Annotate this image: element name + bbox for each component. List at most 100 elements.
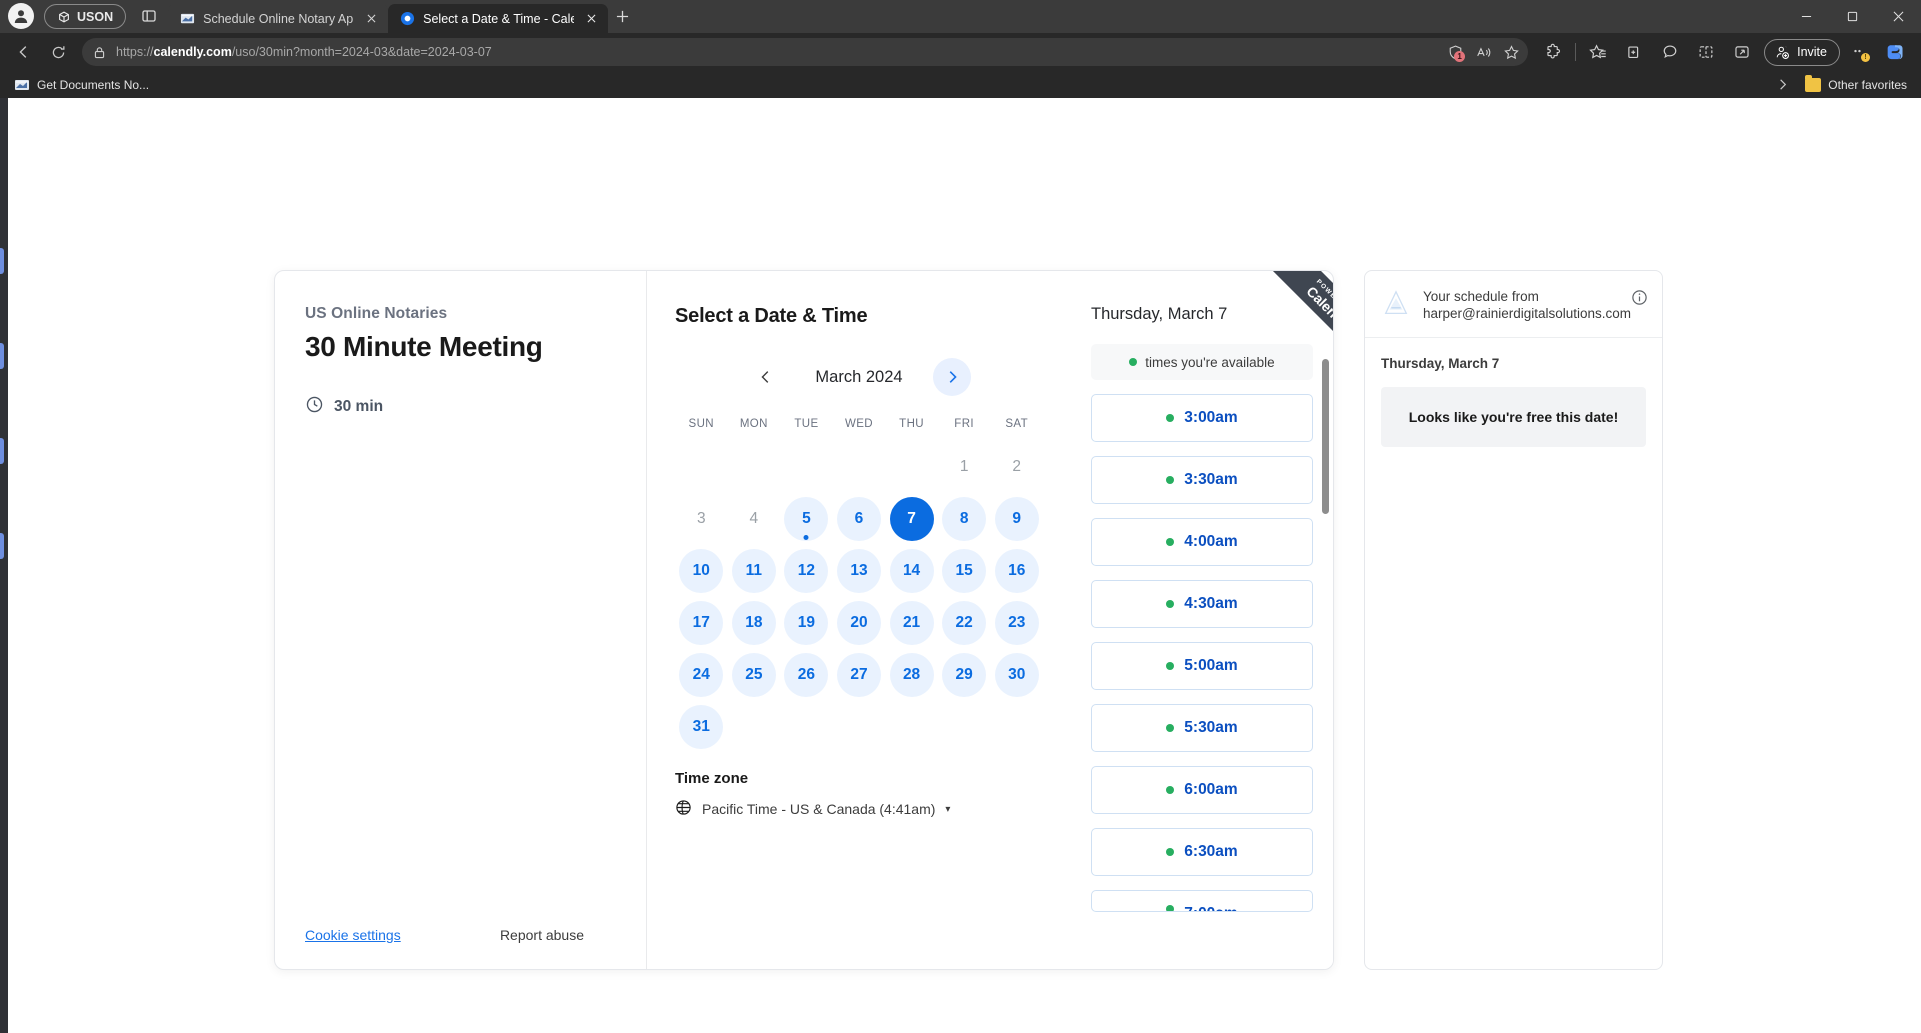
read-aloud-icon[interactable] (1470, 40, 1496, 64)
available-dot-icon (1166, 662, 1174, 670)
calendar-day-19[interactable]: 19 (784, 601, 828, 645)
calendar-day-16[interactable]: 16 (995, 549, 1039, 593)
time-slot-list[interactable]: 3:00am 3:30am 4:00am 4:30am 5:00am 5:30am 6:00… (1091, 394, 1313, 954)
info-icon[interactable] (1631, 289, 1648, 311)
calendar-day-22[interactable]: 22 (942, 601, 986, 645)
address-bar[interactable]: https://calendly.com/uso/30min?month=202… (82, 38, 1528, 66)
close-window-icon[interactable] (1875, 0, 1921, 33)
select-date-heading: Select a Date & Time (675, 305, 1043, 328)
calendar-day-21[interactable]: 21 (890, 601, 934, 645)
time-slot-700am[interactable]: 7:00am (1091, 890, 1313, 912)
profile-icon[interactable] (8, 3, 34, 29)
cookie-settings-link[interactable]: Cookie settings (305, 927, 401, 943)
timezone-heading: Time zone (675, 770, 1043, 787)
url-text: https://calendly.com/uso/30min?month=202… (116, 45, 492, 59)
time-slots-scrollbar[interactable] (1322, 343, 1329, 943)
time-slot-530am[interactable]: 5:30am (1091, 704, 1313, 752)
calendar-day-14[interactable]: 14 (890, 549, 934, 593)
collections-icon[interactable] (1617, 36, 1651, 68)
calendar-cell-10: 10 (675, 546, 728, 596)
copilot-icon[interactable] (1877, 36, 1913, 68)
time-slot-500am[interactable]: 5:00am (1091, 642, 1313, 690)
previous-month-button[interactable] (747, 358, 785, 396)
toolbar-divider (1575, 43, 1576, 61)
close-icon[interactable] (582, 10, 600, 28)
calendar-cell-21: 21 (885, 598, 938, 648)
reload-button[interactable] (42, 36, 74, 68)
omnibox-actions: 1 (1442, 40, 1524, 64)
browser-essentials-icon[interactable] (1725, 36, 1759, 68)
calendar-day-1: 1 (942, 445, 986, 489)
bookmark-item[interactable]: Get Documents No... (8, 75, 155, 95)
back-button[interactable] (8, 36, 40, 68)
time-slot-430am[interactable]: 4:30am (1091, 580, 1313, 628)
tab-0[interactable]: Schedule Online Notary Appoint (168, 4, 388, 33)
calendar-empty-cell (780, 442, 833, 492)
calendar-day-20[interactable]: 20 (837, 601, 881, 645)
scrollbar-thumb[interactable] (1322, 359, 1329, 514)
duration-label: 30 min (334, 398, 383, 416)
calendar-day-25[interactable]: 25 (732, 653, 776, 697)
calendar-day-15[interactable]: 15 (942, 549, 986, 593)
new-tab-button[interactable] (608, 2, 636, 30)
list-fade-overlay (1067, 943, 1333, 969)
minimize-icon[interactable] (1783, 0, 1829, 33)
settings-and-more-icon[interactable]: ! (1845, 36, 1875, 68)
time-slot-300am[interactable]: 3:00am (1091, 394, 1313, 442)
calendar-day-30[interactable]: 30 (995, 653, 1039, 697)
event-details-panel: US Online Notaries 30 Minute Meeting 30 … (275, 271, 647, 969)
bookmarks-overflow-icon[interactable] (1776, 78, 1789, 91)
maximize-icon[interactable] (1829, 0, 1875, 33)
calendar-day-11[interactable]: 11 (732, 549, 776, 593)
calendar-day-7[interactable]: 7 (890, 497, 934, 541)
calendar-day-24[interactable]: 24 (679, 653, 723, 697)
calendar-day-10[interactable]: 10 (679, 549, 723, 593)
workspace-button[interactable]: USON (44, 4, 126, 29)
timezone-selector[interactable]: Pacific Time - US & Canada (4:41am) ▾ (675, 799, 1043, 819)
calendar-day-12[interactable]: 12 (784, 549, 828, 593)
workspace-label: USON (77, 10, 113, 24)
shield-tracking-icon[interactable]: 1 (1442, 40, 1468, 64)
calendar-day-27[interactable]: 27 (837, 653, 881, 697)
calendar-day-8[interactable]: 8 (942, 497, 986, 541)
time-slot-400am[interactable]: 4:00am (1091, 518, 1313, 566)
invite-icon (1774, 44, 1791, 61)
report-abuse-link[interactable]: Report abuse (500, 927, 584, 943)
calendar-day-18[interactable]: 18 (732, 601, 776, 645)
calendar-empty-cell (728, 442, 781, 492)
calendar-day-26[interactable]: 26 (784, 653, 828, 697)
close-icon[interactable] (362, 10, 380, 28)
time-slot-630am[interactable]: 6:30am (1091, 828, 1313, 876)
calendar-empty-cell (885, 442, 938, 492)
add-favorite-icon[interactable] (1498, 40, 1524, 64)
schedule-side-panel: Your schedule from harper@rainierdigital… (1364, 270, 1663, 970)
next-month-button[interactable] (933, 358, 971, 396)
calendar-day-31[interactable]: 31 (679, 705, 723, 749)
calendar-day-17[interactable]: 17 (679, 601, 723, 645)
calendar-cell-31: 31 (675, 702, 728, 752)
tab-1[interactable]: Select a Date & Time - Calendly (388, 4, 608, 33)
calendar-cell-22: 22 (938, 598, 991, 648)
rail-mark (0, 248, 4, 274)
time-slot-600am[interactable]: 6:00am (1091, 766, 1313, 814)
time-slot-label: 6:00am (1184, 781, 1237, 799)
time-slot-330am[interactable]: 3:30am (1091, 456, 1313, 504)
tab-actions-icon[interactable] (134, 3, 164, 29)
calendar-day-6[interactable]: 6 (837, 497, 881, 541)
calendar-day-23[interactable]: 23 (995, 601, 1039, 645)
split-screen-icon[interactable] (1689, 36, 1723, 68)
calendar-day-9[interactable]: 9 (995, 497, 1039, 541)
extensions-icon[interactable] (1536, 36, 1570, 68)
calendar-day-2: 2 (995, 445, 1039, 489)
edge-sidebar-rail[interactable] (0, 98, 8, 1033)
copilot-chat-icon[interactable] (1653, 36, 1687, 68)
calendly-booking-card: US Online Notaries 30 Minute Meeting 30 … (274, 270, 1334, 970)
calendar-cell-8: 8 (938, 494, 991, 544)
invite-button[interactable]: Invite (1764, 39, 1840, 66)
other-favorites-button[interactable]: Other favorites (1799, 76, 1913, 94)
calendar-day-28[interactable]: 28 (890, 653, 934, 697)
calendar-day-29[interactable]: 29 (942, 653, 986, 697)
calendar-day-13[interactable]: 13 (837, 549, 881, 593)
calendar-day-4: 4 (732, 497, 776, 541)
favorites-icon[interactable] (1581, 36, 1615, 68)
